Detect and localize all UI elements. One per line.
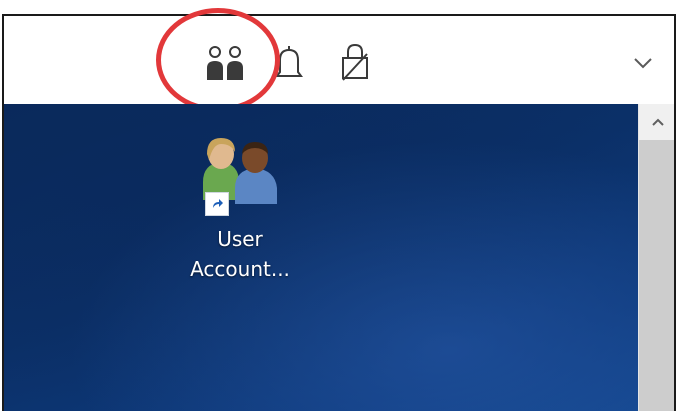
shortcut-label-line2: Account... bbox=[190, 257, 290, 281]
bell-icon[interactable] bbox=[274, 44, 304, 82]
desktop: User Account... bbox=[2, 104, 638, 411]
lock-icon[interactable] bbox=[339, 42, 371, 82]
shortcut-label: User Account... bbox=[190, 224, 290, 284]
shortcut-label-line1: User bbox=[217, 227, 263, 251]
user-accounts-shortcut[interactable]: User Account... bbox=[180, 134, 300, 284]
user-accounts-icon bbox=[195, 134, 285, 216]
people-icon[interactable] bbox=[204, 42, 246, 82]
window: User Account... bbox=[0, 0, 676, 411]
chevron-down-icon[interactable] bbox=[632, 54, 654, 72]
chevron-up-icon bbox=[651, 118, 664, 126]
vertical-scrollbar[interactable] bbox=[638, 104, 676, 411]
shortcut-arrow-icon bbox=[205, 192, 229, 216]
toolbar bbox=[2, 14, 676, 104]
scroll-up-button[interactable] bbox=[639, 104, 676, 140]
